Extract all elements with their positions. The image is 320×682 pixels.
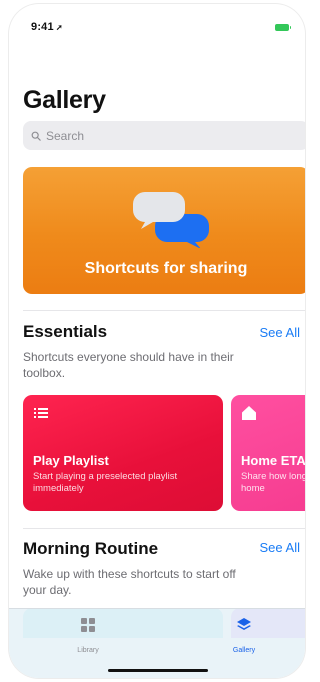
location-arrow-icon: ➚ xyxy=(55,23,63,32)
page-title: Gallery xyxy=(23,86,106,114)
featured-card-shortcuts-for-sharing[interactable]: Shortcuts for sharing xyxy=(23,167,305,294)
section-title-essentials: Essentials xyxy=(23,322,108,341)
search-icon xyxy=(31,131,41,141)
home-indicator xyxy=(108,669,208,672)
tab-library[interactable]: Library xyxy=(48,617,128,657)
card-title: Play Playlist xyxy=(33,453,109,468)
card-title: Home ETA xyxy=(241,453,305,468)
tab-label: Library xyxy=(77,647,99,654)
status-time-text: 9:41 xyxy=(31,21,54,33)
status-time: 9:41 ➚ xyxy=(31,21,63,33)
see-all-essentials-link[interactable]: See All xyxy=(260,325,300,340)
battery-icon xyxy=(275,23,291,31)
tab-label: Gallery xyxy=(232,647,256,654)
tab-bar: Library Gallery xyxy=(9,608,305,678)
layers-icon xyxy=(237,618,251,630)
section-description-morning-routine: Wake up with these shortcuts to start of… xyxy=(23,567,236,597)
section-title-morning-routine: Morning Routine xyxy=(23,539,159,558)
list-icon xyxy=(34,408,48,418)
search-bar[interactable] xyxy=(23,121,305,150)
status-bar: 9:41 ➚ xyxy=(31,20,291,34)
search-input[interactable] xyxy=(46,128,286,143)
phone-screen: 9:41➚ Gallery Shortcuts for sharing Esse… xyxy=(9,4,305,678)
featured-card-label: Shortcuts for sharing xyxy=(84,260,248,277)
section-divider xyxy=(23,310,305,311)
shortcut-card-home-eta[interactable]: Home ETA Share how long to get home xyxy=(231,395,305,511)
grid-icon xyxy=(81,618,95,632)
section-divider xyxy=(23,528,305,529)
see-all-morning-routine-link[interactable]: See All xyxy=(260,540,300,555)
card-subtitle: Start playing a preselected playlist imm… xyxy=(33,471,178,494)
section-description-essentials: Shortcuts everyone should have in their … xyxy=(23,350,234,380)
tab-gallery[interactable]: Gallery xyxy=(204,617,284,657)
house-icon xyxy=(242,406,256,420)
shortcut-card-play-playlist[interactable]: Play Playlist Start playing a preselecte… xyxy=(23,395,223,511)
card-subtitle: Share how long to get home xyxy=(241,471,305,494)
chat-bubbles-icon xyxy=(133,192,209,248)
